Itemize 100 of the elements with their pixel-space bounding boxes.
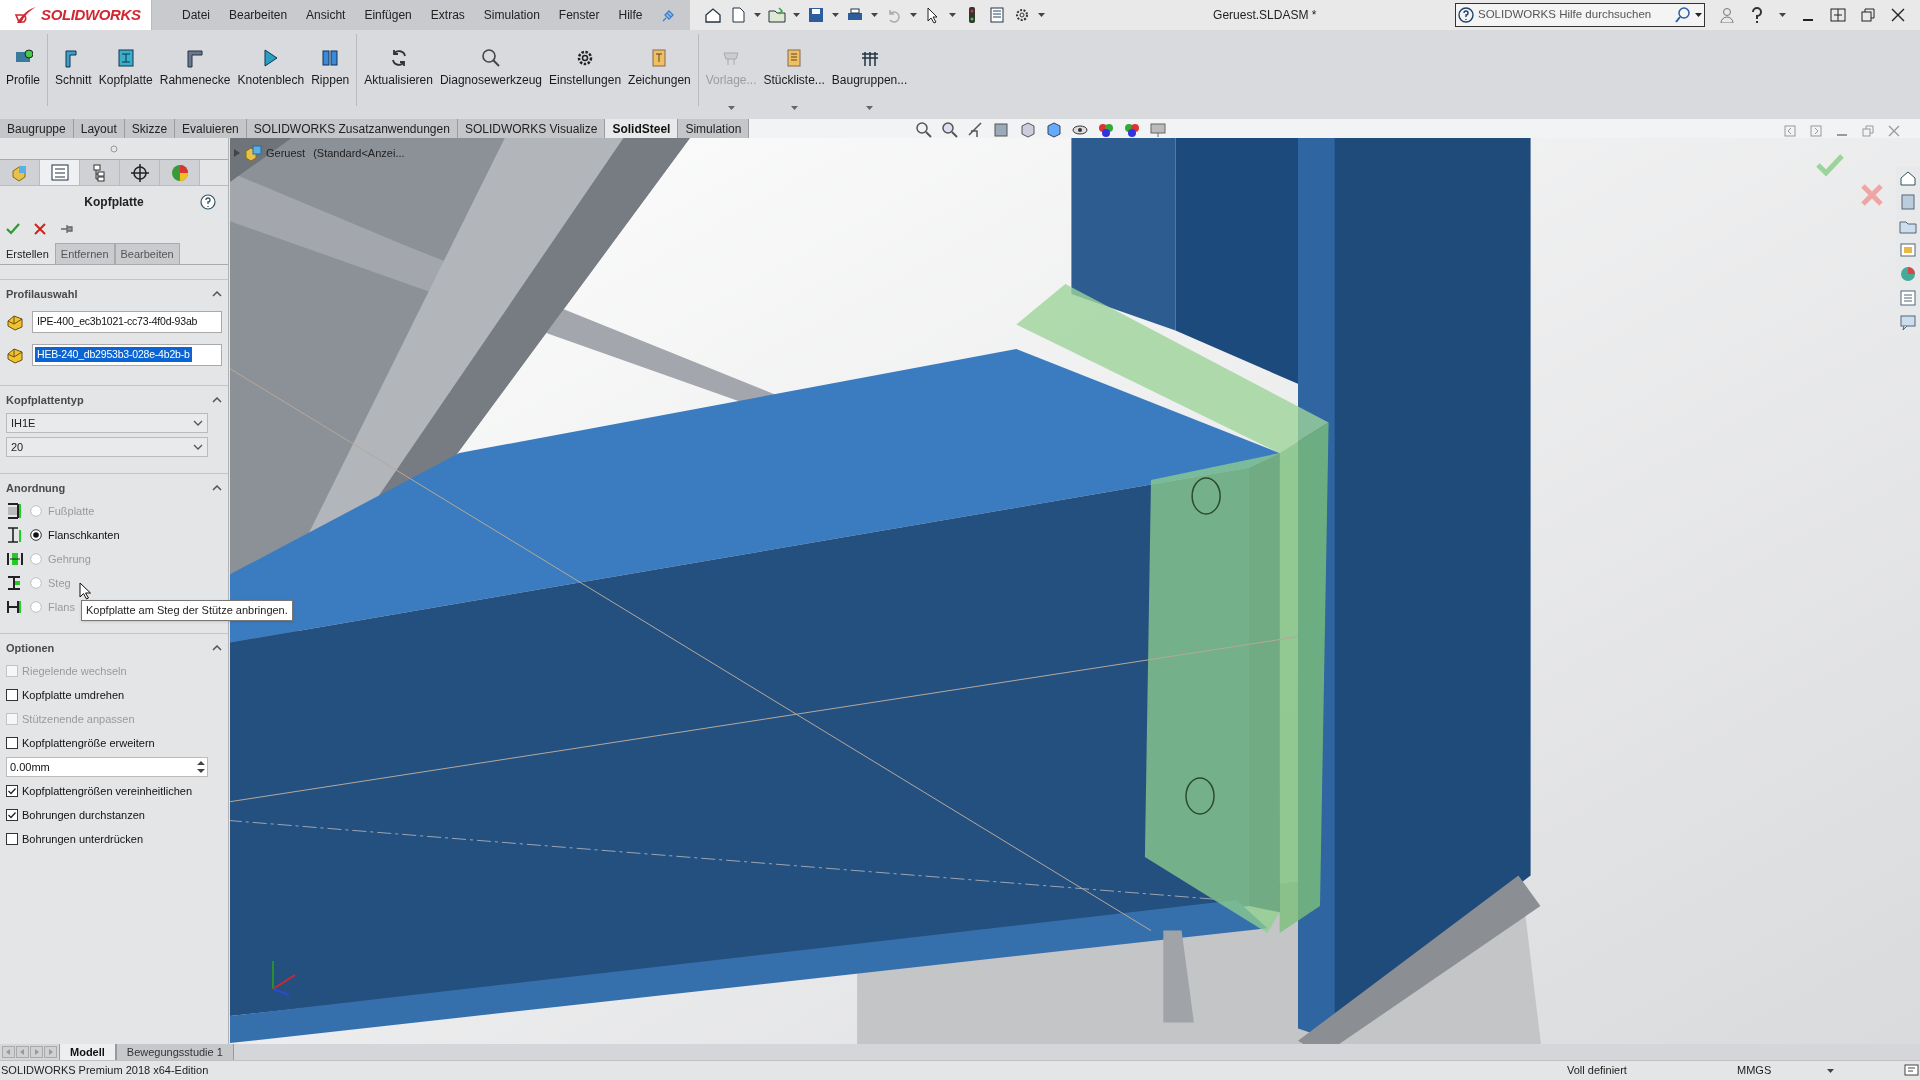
caret-icon[interactable] [792,13,800,17]
command-button[interactable]: Kopfplatte [96,48,155,89]
spin-arrows-icon[interactable] [195,759,207,775]
cancel-icon[interactable] [34,223,46,235]
command-button[interactable]: Baugruppen... [829,48,910,110]
status-text: SOLIDWORKS Premium 2018 x64-Edition [0,1063,209,1079]
caret-icon[interactable] [753,13,761,17]
section-view-icon[interactable] [993,121,1011,139]
checkbox[interactable] [6,737,18,749]
forum-icon[interactable] [1899,313,1917,331]
command-button[interactable]: Rahmenecke [157,48,233,89]
caret-icon[interactable] [1037,13,1045,17]
ok-check-icon[interactable] [6,223,20,235]
pin-icon[interactable] [661,8,676,22]
checkbox-label[interactable]: Bohrungen durchstanzen [22,806,145,824]
command-button[interactable]: Zeichungen [626,48,693,89]
panel-tab[interactable]: Bearbeiten [114,243,180,264]
menu-item[interactable]: Einfügen [364,6,412,24]
collapse-chevron-icon[interactable] [212,645,222,651]
model-tab[interactable]: Bewegungsstudie 1 [115,1044,234,1060]
ribbon-tab[interactable]: SolidSteel [605,119,679,138]
command-button[interactable]: Profile [4,48,42,89]
command-button[interactable]: Einstellungen [547,48,624,89]
checkbox-label[interactable]: Bohrungen unterdrücken [22,830,144,848]
search-icon[interactable] [1675,7,1691,23]
command-button[interactable]: Schnitt [53,48,94,89]
checkbox[interactable] [6,833,18,845]
previous-view-icon[interactable] [967,121,985,139]
menu-item[interactable]: Simulation [483,6,540,24]
menu-item[interactable]: Bearbeiten [229,6,288,24]
checkbox[interactable] [6,785,18,797]
profile-selection-icon[interactable] [6,345,26,364]
units-label[interactable]: MMGS [1737,1062,1827,1079]
caret-icon[interactable] [870,13,878,17]
dropdown[interactable]: IH1E [6,413,208,433]
panel-tab[interactable]: Entfernen [54,243,115,264]
checkbox[interactable] [6,689,18,701]
dropdown[interactable]: 20 [6,437,208,457]
selection-field[interactable]: IPE-400_ec3b1021-cc73-4f0d-93ab [32,310,222,333]
caret-icon[interactable] [909,13,917,17]
tree-root-name[interactable]: Geruest [266,145,306,162]
menu-item[interactable]: Ansicht [306,6,346,24]
selection-field[interactable]: HEB-240_db2953b3-028e-4b2b-b [32,343,222,366]
caret-icon[interactable] [1779,13,1786,17]
manager-tab[interactable] [120,160,160,185]
collapse-chevron-icon[interactable] [212,485,222,491]
assembly-icon[interactable] [244,145,262,162]
menu-item[interactable]: Fenster [558,6,600,24]
command-button[interactable]: Knotenblech [235,48,307,89]
caret-icon[interactable] [1695,13,1702,17]
logo-text: SOLIDWORKS [41,4,141,25]
manager-tab[interactable] [80,160,120,185]
checkbox-label[interactable]: Kopfplattengrößen vereinheitlichen [22,782,192,800]
zoom-to-fit-icon[interactable] [915,121,933,139]
collapse-chevron-icon[interactable] [212,397,222,403]
property-list-icon [49,162,70,183]
checkbox[interactable] [6,809,18,821]
home-icon[interactable] [1899,169,1917,187]
checkbox-label[interactable]: Kopfplattengröße erweitern [22,734,155,752]
menu-item[interactable]: Datei [182,6,210,24]
appearance-icon[interactable] [1097,121,1115,139]
caret-icon[interactable] [1827,1068,1834,1073]
command-button[interactable]: Rippen [309,48,352,89]
file-properties-icon[interactable] [987,6,1006,24]
open-folder-icon[interactable] [767,6,786,24]
collapse-chevron-icon[interactable] [212,291,222,297]
status-icon[interactable] [1904,1063,1920,1078]
profile-selection-icon[interactable] [6,312,26,331]
confirm-check-icon[interactable] [1816,153,1844,177]
save-icon[interactable] [806,6,825,24]
monitor-icon[interactable] [1149,121,1167,139]
splitter-handle-icon[interactable] [110,144,118,153]
help-icon[interactable] [200,194,216,210]
appearances-icon[interactable] [1899,265,1917,283]
scene-icon[interactable] [1123,121,1141,139]
number-field[interactable]: 0.00mm [6,757,208,777]
command-button[interactable]: Diagnosewerkzeug [437,48,544,89]
pushpin-icon[interactable] [60,223,74,235]
menu-item[interactable]: Extras [430,6,465,24]
home-icon[interactable] [703,6,722,24]
help-circle-icon [1458,7,1474,23]
chevron-down-icon [193,420,203,426]
maximize-icon[interactable] [1830,7,1846,23]
command-button[interactable]: Aktualisieren [362,48,435,89]
checkbox-label[interactable]: Kopfplatte umdrehen [22,686,125,704]
command-button[interactable]: Stückliste... [761,48,827,110]
model-tab[interactable]: Modell [59,1044,116,1060]
radio-label[interactable]: Flanschkanten [48,526,120,544]
help-question-icon[interactable] [1749,7,1765,23]
search-field[interactable]: SOLIDWORKS Hilfe durchsuchen [1455,3,1705,27]
radio-button[interactable] [30,529,42,541]
zoom-area-icon[interactable] [941,121,959,139]
restore-icon[interactable] [1860,7,1876,23]
close-icon[interactable] [1890,7,1906,23]
caret-icon[interactable] [831,13,839,17]
tile-right-icon[interactable] [1810,125,1822,137]
menu-item[interactable]: Hilfe [618,6,643,24]
caret-icon[interactable] [948,13,956,17]
tile-left-icon[interactable] [1784,125,1796,137]
user-icon[interactable] [1719,7,1735,23]
